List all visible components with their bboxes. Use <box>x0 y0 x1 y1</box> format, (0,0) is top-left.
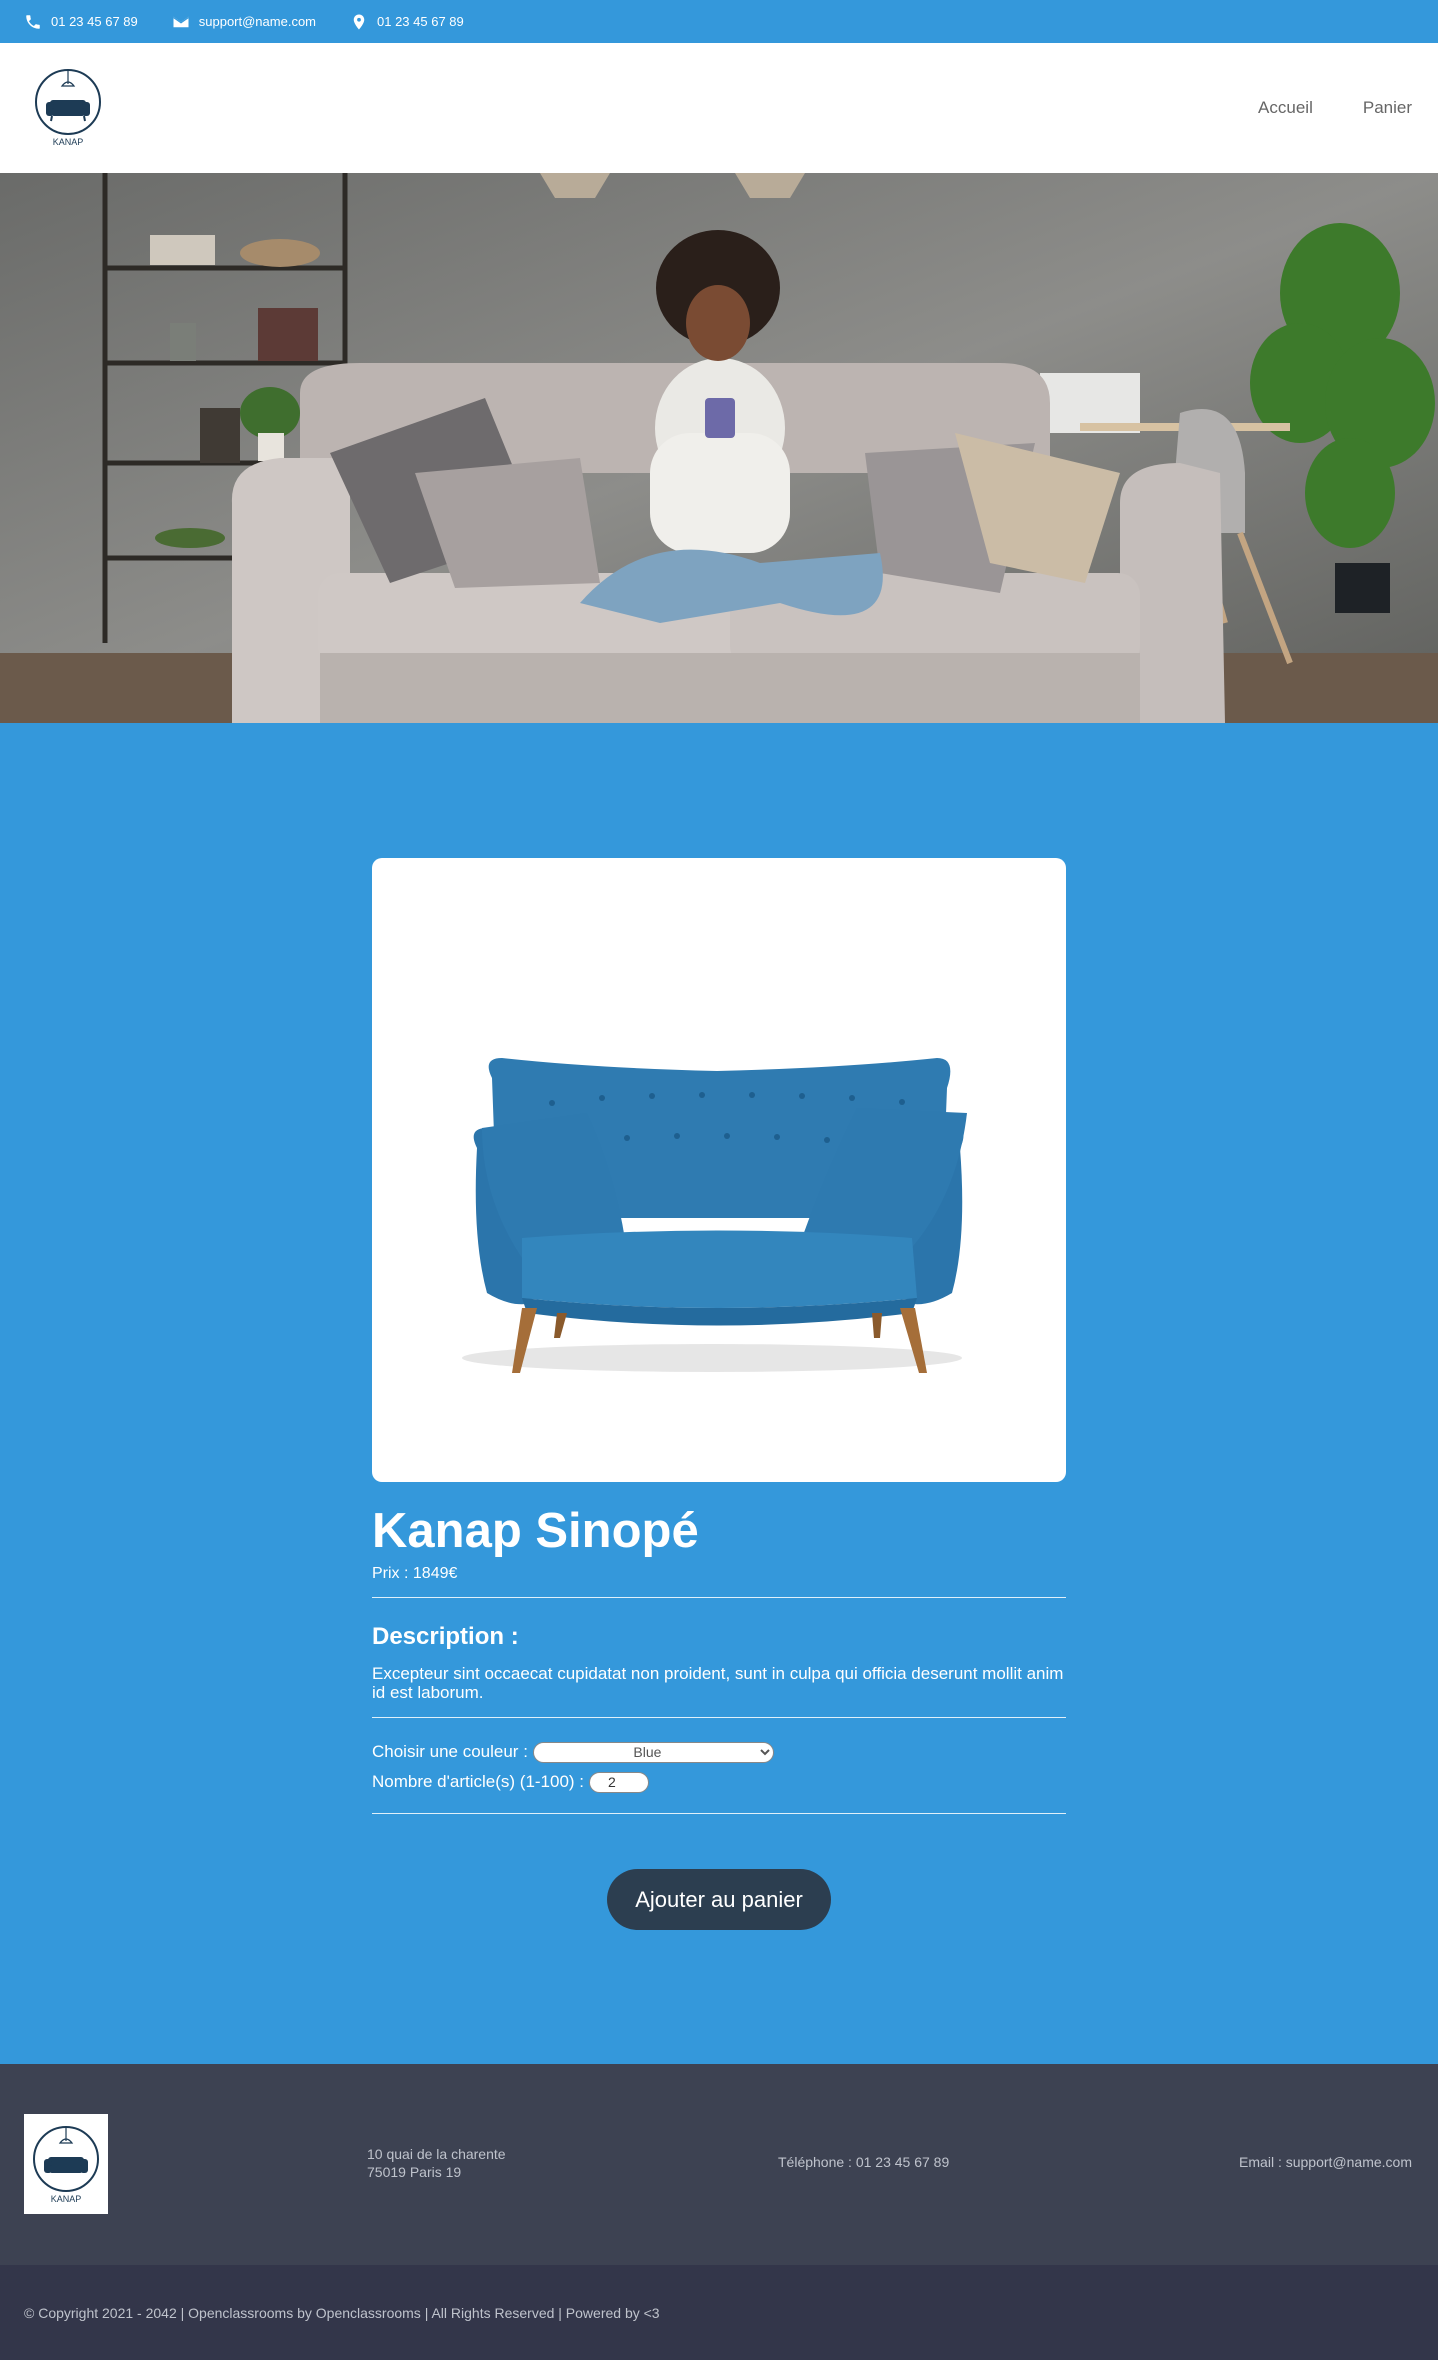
description-title: Description : <box>372 1622 519 1650</box>
logo-sofa-icon <box>33 2125 99 2192</box>
product-price: Prix : 1849€ <box>372 1564 458 1582</box>
logo-sofa-icon <box>35 69 101 135</box>
nav-link-panier[interactable]: Panier <box>1363 98 1412 118</box>
site-header: KANAP Accueil Panier <box>0 43 1438 173</box>
logo[interactable]: KANAP <box>34 68 102 148</box>
contact-bar: 01 23 45 67 89 support@name.com 01 23 45… <box>0 0 1438 43</box>
product-description: Excepteur sint occaecat cupidatat non pr… <box>372 1663 1064 1703</box>
quantity-label: Nombre d'article(s) (1-100) : <box>372 1772 585 1792</box>
footer-phone: Téléphone : 01 23 45 67 89 <box>778 2154 950 2170</box>
address-line-2: 75019 Paris 19 <box>367 2163 462 2180</box>
product-image-card <box>372 858 1066 1482</box>
color-select[interactable]: Blue <box>532 1741 774 1763</box>
main-nav: Accueil Panier <box>1258 98 1412 118</box>
contact-location: 01 23 45 67 89 <box>350 13 464 31</box>
divider <box>372 1596 1066 1598</box>
product-details: Kanap Sinopé Prix : 1849€ Description : … <box>372 1504 1066 1814</box>
contact-phone-text: 01 23 45 67 89 <box>51 14 138 29</box>
divider <box>372 1812 1066 1814</box>
copyright-text: © Copyright 2021 - 2042 | Openclassrooms… <box>24 2304 660 2321</box>
site-footer: KANAP 10 quai de la charente 75019 Paris… <box>0 2064 1438 2265</box>
nav-link-accueil[interactable]: Accueil <box>1258 98 1313 118</box>
product-image <box>462 1058 967 1373</box>
copyright-bar: © Copyright 2021 - 2042 | Openclassrooms… <box>0 2265 1438 2360</box>
contact-email: support@name.com <box>172 13 316 31</box>
phone-icon <box>26 14 40 29</box>
footer-logo-text: KANAP <box>50 2193 82 2204</box>
address-line-1: 10 quai de la charente <box>367 2146 506 2162</box>
add-to-cart-button[interactable]: Ajouter au panier <box>607 1869 831 1930</box>
product-title: Kanap Sinopé <box>372 1504 699 1558</box>
hero-illustration <box>0 173 1438 723</box>
product-section: Kanap Sinopé Prix : 1849€ Description : … <box>0 723 1438 2064</box>
contact-phone: 01 23 45 67 89 <box>24 13 138 31</box>
color-option-row: Choisir une couleur : Blue <box>372 1741 1066 1763</box>
location-pin-icon <box>353 14 365 29</box>
contact-email-text: support@name.com <box>198 14 316 29</box>
divider <box>372 1716 1066 1718</box>
mail-icon <box>172 16 189 27</box>
logo-text: KANAP <box>52 137 84 147</box>
quantity-option-row: Nombre d'article(s) (1-100) : <box>372 1771 1066 1793</box>
color-label: Choisir une couleur : <box>372 1742 528 1762</box>
contact-location-text: 01 23 45 67 89 <box>377 14 464 29</box>
quantity-input[interactable] <box>589 1771 650 1793</box>
hero-banner-image <box>0 173 1438 723</box>
footer-logo: KANAP <box>24 2114 108 2214</box>
footer-address: 10 quai de la charente 75019 Paris 19 <box>367 2146 506 2181</box>
footer-email: Email : support@name.com <box>1239 2154 1412 2170</box>
